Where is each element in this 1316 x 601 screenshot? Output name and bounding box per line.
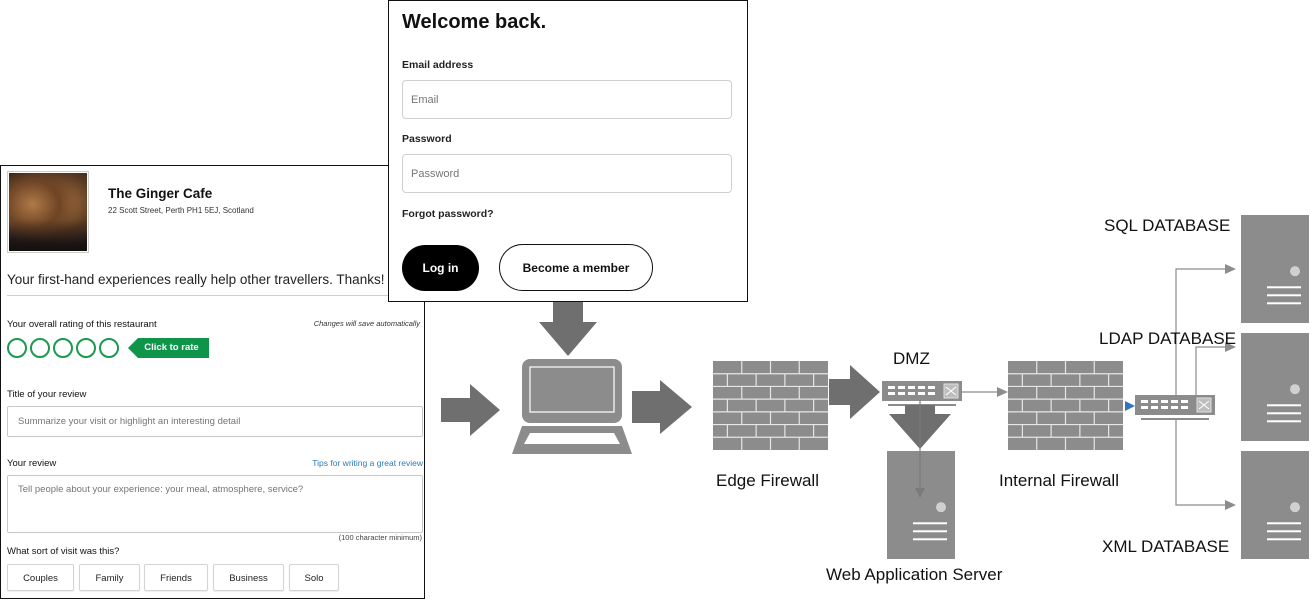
thanks-message: Your first-hand experiences really help … bbox=[7, 272, 385, 287]
restaurant-photo bbox=[7, 171, 89, 253]
server-icon bbox=[1241, 333, 1309, 441]
rating-bubble-4[interactable] bbox=[76, 338, 96, 358]
review-title-input[interactable] bbox=[7, 406, 423, 437]
password-label: Password bbox=[402, 133, 452, 145]
forgot-password-link[interactable]: Forgot password? bbox=[402, 208, 494, 220]
rating-bubble-1[interactable] bbox=[7, 338, 27, 358]
rating-bubble-3[interactable] bbox=[53, 338, 73, 358]
visit-type-solo-button[interactable]: Solo bbox=[289, 564, 339, 591]
visit-type-friends-button[interactable]: Friends bbox=[144, 564, 208, 591]
arrow-login-to-laptop bbox=[539, 302, 597, 356]
laptop-icon bbox=[512, 359, 632, 454]
connector-blue-arrowhead bbox=[1125, 401, 1135, 411]
rating-bubble-2[interactable] bbox=[30, 338, 50, 358]
brick-wall-icon bbox=[713, 361, 828, 450]
web-server-label: Web Application Server bbox=[826, 565, 1003, 584]
rating-bubble-5[interactable] bbox=[99, 338, 119, 358]
connector-to-xml bbox=[1175, 418, 1226, 506]
autosave-note: Changes will save automatically bbox=[313, 319, 420, 328]
visit-type-family-button[interactable]: Family bbox=[79, 564, 140, 591]
email-label: Email address bbox=[402, 59, 474, 71]
review-body-label: Your review bbox=[7, 458, 57, 469]
restaurant-address: 22 Scott Street, Perth PH1 5EJ, Scotland bbox=[108, 206, 254, 215]
review-body-textarea[interactable] bbox=[7, 475, 423, 533]
arrow-form-to-laptop bbox=[441, 384, 500, 436]
review-tips-link[interactable]: Tips for writing a great review bbox=[271, 458, 423, 468]
restaurant-name: The Ginger Cafe bbox=[108, 186, 213, 201]
review-form-panel: The Ginger Cafe 22 Scott Street, Perth P… bbox=[0, 165, 425, 599]
divider bbox=[7, 295, 419, 296]
become-member-button[interactable]: Become a member bbox=[499, 244, 653, 291]
connector-to-ldap bbox=[1195, 346, 1226, 395]
internal-firewall-label: Internal Firewall bbox=[999, 471, 1119, 490]
xml-database-label: XML DATABASE bbox=[1102, 537, 1230, 556]
edge-firewall-label: Edge Firewall bbox=[716, 471, 819, 490]
server-icon bbox=[887, 451, 955, 559]
sql-database-label: SQL DATABASE bbox=[1104, 216, 1231, 235]
login-title: Welcome back. bbox=[402, 11, 547, 33]
character-minimum-note: (100 character minimum) bbox=[338, 533, 422, 542]
visit-type-business-button[interactable]: Business bbox=[213, 564, 284, 591]
arrow-laptop-to-edge-firewall bbox=[632, 380, 692, 434]
dmz-label: DMZ bbox=[893, 349, 930, 368]
server-icon bbox=[1241, 451, 1309, 559]
arrow-edge-firewall-to-dmz bbox=[829, 365, 880, 419]
network-switch-icon bbox=[882, 381, 962, 406]
arrowhead bbox=[997, 387, 1008, 397]
ldap-database-label: LDAP DATABASE bbox=[1099, 329, 1236, 348]
password-input[interactable] bbox=[402, 154, 732, 193]
arrowhead bbox=[1225, 500, 1236, 510]
arrowhead bbox=[1225, 264, 1236, 274]
rating-label: Your overall rating of this restaurant bbox=[7, 319, 157, 330]
server-icon bbox=[1241, 215, 1309, 323]
visit-type-couples-button[interactable]: Couples bbox=[7, 564, 74, 591]
click-to-rate-tag: Click to rate bbox=[128, 338, 209, 358]
brick-wall-icon bbox=[1008, 361, 1123, 450]
email-input[interactable] bbox=[402, 80, 732, 119]
visit-type-label: What sort of visit was this? bbox=[7, 546, 120, 557]
network-switch-icon bbox=[1135, 395, 1215, 420]
review-title-label: Title of your review bbox=[7, 389, 87, 400]
login-button[interactable]: Log in bbox=[402, 245, 479, 291]
login-panel: Welcome back. Email address Password For… bbox=[388, 0, 748, 302]
